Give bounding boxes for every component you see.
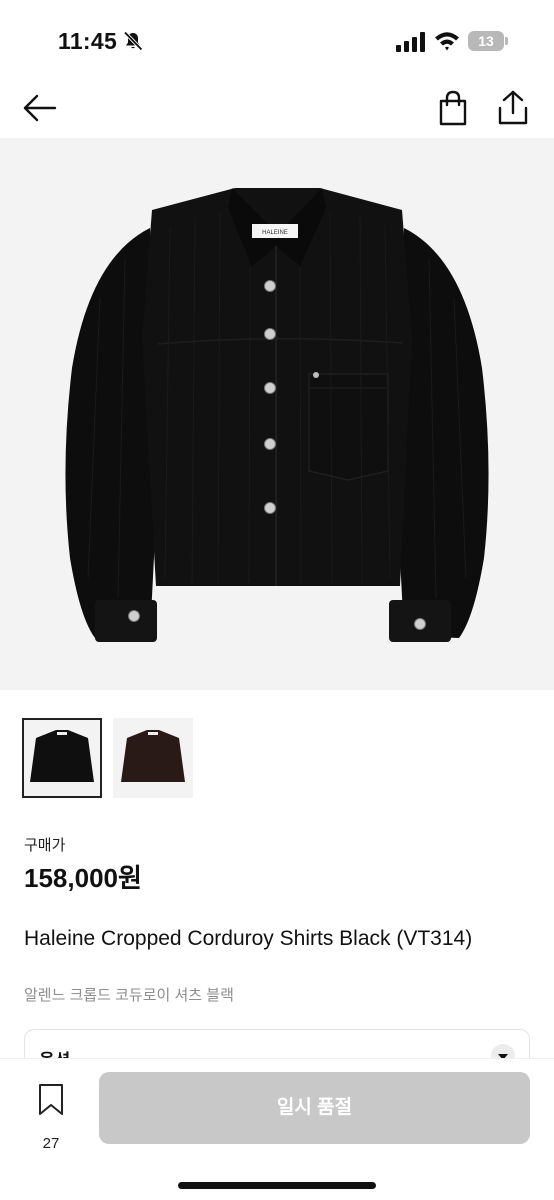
back-arrow-icon[interactable] — [20, 88, 60, 128]
bookmark-count: 27 — [42, 1135, 60, 1152]
bookmark-button[interactable]: 27 — [30, 1079, 74, 1157]
home-indicator — [178, 1182, 376, 1189]
status-bar: 11:45 13 — [0, 0, 554, 80]
cellular-signal-icon — [396, 32, 425, 52]
thumbnail-2-image — [113, 718, 193, 798]
battery-level: 13 — [468, 31, 504, 51]
bookmark-icon — [39, 1084, 63, 1115]
product-name: Haleine Cropped Corduroy Shirts Black (V… — [24, 927, 473, 950]
status-time: 11:45 — [58, 28, 118, 54]
share-icon[interactable] — [494, 88, 532, 128]
battery-tip — [505, 37, 508, 45]
top-navigation — [0, 80, 554, 136]
product-main-image[interactable]: HALEINE — [0, 138, 554, 690]
bottom-action-bar: 27 일시 품절 — [0, 1058, 554, 1200]
sold-out-button[interactable]: 일시 품절 — [99, 1072, 530, 1144]
thumbnail-1-image — [24, 720, 100, 796]
thumbnail-1[interactable] — [22, 718, 102, 798]
wifi-icon — [435, 32, 459, 51]
price-label: 구매가 — [24, 837, 66, 854]
battery-indicator: 13 — [468, 31, 508, 51]
bell-slash-icon — [123, 31, 143, 51]
shirt-brand-label: HALEINE — [262, 230, 288, 236]
product-price: 158,000원 — [24, 863, 142, 893]
thumbnail-2[interactable] — [113, 718, 193, 798]
product-korean-name: 알렌느 크롭드 코듀로이 셔츠 블랙 — [24, 987, 234, 1004]
shopping-bag-icon[interactable] — [434, 88, 472, 128]
shirt-illustration: HALEINE — [65, 188, 489, 642]
